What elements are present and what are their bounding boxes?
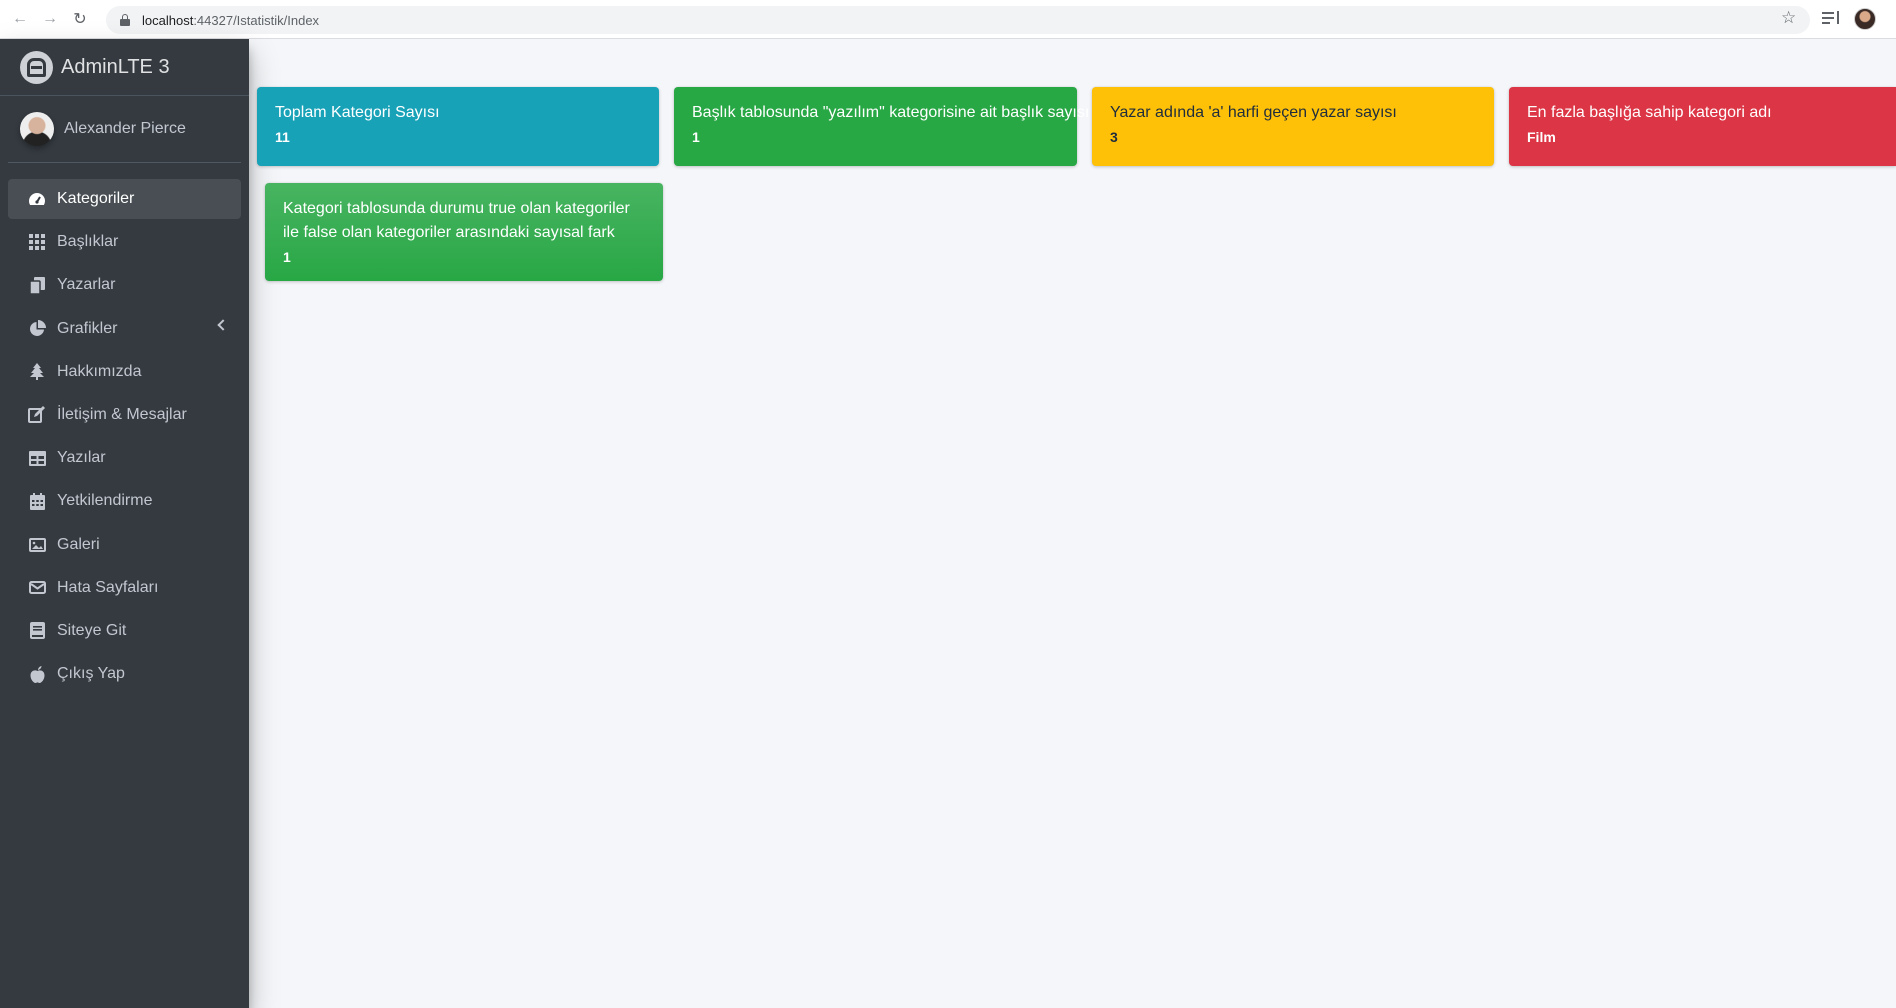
stat-card-total-categories: Toplam Kategori Sayısı 11 xyxy=(257,87,659,166)
bookmark-star-icon[interactable]: ☆ xyxy=(1781,8,1796,28)
card-value: 1 xyxy=(283,249,291,265)
sidebar-item-cikis-yap[interactable]: Çıkış Yap xyxy=(8,654,241,694)
tachometer-icon xyxy=(27,189,47,209)
calendar-icon xyxy=(27,491,47,511)
sidebar-item-galeri[interactable]: Galeri xyxy=(8,525,241,565)
address-bar[interactable]: localhost:44327/Istatistik/Index xyxy=(106,6,1810,34)
sidebar-item-label: Grafikler xyxy=(57,319,118,337)
stat-card-top-category: En fazla başlığa sahip kategori adı Film xyxy=(1509,87,1896,166)
stat-card-status-difference: Kategori tablosunda durumu true olan kat… xyxy=(265,183,663,281)
card-value: Film xyxy=(1527,129,1556,145)
image-icon xyxy=(27,535,47,555)
chevron-left-icon xyxy=(217,318,229,331)
edit-icon xyxy=(27,405,47,425)
sidebar-item-yetkilendirme[interactable]: Yetkilendirme xyxy=(8,481,241,521)
sidebar-item-label: Çıkış Yap xyxy=(57,665,125,683)
sidebar-item-label: Kategoriler xyxy=(57,190,135,207)
sidebar-item-label: Siteye Git xyxy=(57,621,127,639)
grid-icon xyxy=(27,232,47,252)
back-icon[interactable]: ← xyxy=(10,9,30,29)
sidebar-item-grafikler[interactable]: Grafikler xyxy=(8,309,241,349)
card-value: 3 xyxy=(1110,129,1118,145)
sidebar-item-hata-sayfalari[interactable]: Hata Sayfaları xyxy=(8,568,241,608)
user-name[interactable]: Alexander Pierce xyxy=(64,120,186,138)
sidebar: AdminLTE 3 Alexander Pierce Kategoriler … xyxy=(0,39,249,1008)
sidebar-item-hakkimizda[interactable]: Hakkımızda xyxy=(8,352,241,392)
lock-icon xyxy=(120,14,130,26)
sidebar-item-kategoriler[interactable]: Kategoriler xyxy=(8,179,241,219)
stat-card-software-headings: Başlık tablosunda "yazılım" kategorisine… xyxy=(674,87,1090,166)
sidebar-item-yazarlar[interactable]: Yazarlar xyxy=(8,265,241,305)
table-icon xyxy=(27,448,47,468)
reload-icon[interactable]: ↻ xyxy=(70,9,90,29)
media-control-icon[interactable] xyxy=(1822,9,1840,27)
browser-profile-avatar[interactable] xyxy=(1854,8,1876,30)
card-title: Toplam Kategori Sayısı xyxy=(275,104,440,121)
chart-pie-icon xyxy=(27,319,47,339)
card-value: 11 xyxy=(275,129,290,145)
copy-icon xyxy=(27,275,47,295)
sidebar-item-basliklar[interactable]: Başlıklar xyxy=(8,222,241,262)
brand-text: AdminLTE 3 xyxy=(61,55,170,78)
envelope-icon xyxy=(27,578,47,598)
card-title: En fazla başlığa sahip kategori adı xyxy=(1527,104,1772,121)
book-icon xyxy=(27,621,47,641)
stat-card-authors-with-a: Yazar adında 'a' harfi geçen yazar sayıs… xyxy=(1092,87,1494,166)
sidebar-item-label: Yazılar xyxy=(57,449,106,467)
sidebar-item-yazilar[interactable]: Yazılar xyxy=(8,438,241,478)
sidebar-item-label: İletişim & Mesajlar xyxy=(57,405,187,423)
sidebar-item-label: Başlıklar xyxy=(57,233,119,251)
sidebar-item-label: Galeri xyxy=(57,535,100,553)
card-value: 1 xyxy=(692,129,700,145)
sidebar-item-iletisim[interactable]: İletişim & Mesajlar xyxy=(8,395,241,435)
card-title: Başlık tablosunda "yazılım" kategorisine… xyxy=(692,104,1090,121)
sidebar-item-label: Hakkımızda xyxy=(57,362,142,380)
user-panel[interactable]: Alexander Pierce xyxy=(8,96,241,163)
apple-icon xyxy=(27,664,47,684)
sidebar-item-siteye-git[interactable]: Siteye Git xyxy=(8,611,241,651)
sidebar-item-label: Yazarlar xyxy=(57,276,116,294)
browser-toolbar: ← → ↻ localhost:44327/Istatistik/Index ☆ xyxy=(0,0,1896,39)
adminlte-logo-icon xyxy=(20,50,53,84)
brand-link[interactable]: AdminLTE 3 xyxy=(0,39,249,96)
avatar xyxy=(20,112,54,146)
card-title: Kategori tablosunda durumu true olan kat… xyxy=(283,200,630,241)
url-text: localhost:44327/Istatistik/Index xyxy=(142,12,320,28)
forward-icon[interactable]: → xyxy=(40,9,60,29)
sidebar-item-label: Hata Sayfaları xyxy=(57,578,159,596)
card-title: Yazar adında 'a' harfi geçen yazar sayıs… xyxy=(1110,104,1397,121)
sidebar-item-label: Yetkilendirme xyxy=(57,492,153,510)
sidebar-menu: Kategoriler Başlıklar Yazarlar Grafikler xyxy=(0,163,249,694)
tree-icon xyxy=(27,362,47,382)
